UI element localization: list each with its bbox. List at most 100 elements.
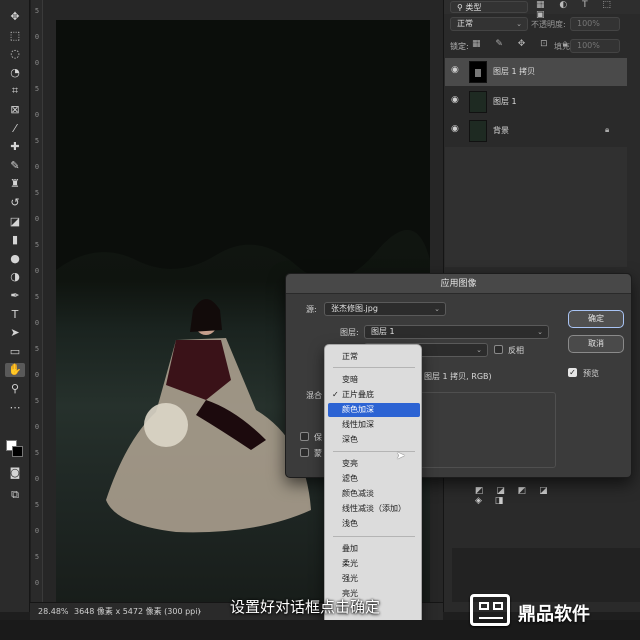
menu-item[interactable]: 深色 xyxy=(328,433,420,447)
preserve-checkbox[interactable] xyxy=(300,432,309,441)
watermark-text: 鼎品软件 xyxy=(518,604,590,625)
ruler-tick-label: 0 xyxy=(34,59,40,67)
rectangle-tool-icon[interactable]: ▭ xyxy=(5,345,25,359)
layer-row[interactable]: ◉ 图层 1 拷贝 xyxy=(445,58,627,86)
ruler-tick-label: 5 xyxy=(34,449,40,457)
layer-name[interactable]: 图层 1 拷贝 xyxy=(493,66,535,77)
layer-blend-mode-select[interactable]: 正常 ⌄ xyxy=(450,17,528,31)
clone-stamp-tool-icon[interactable]: ♜ xyxy=(5,177,25,191)
invert-checkbox[interactable] xyxy=(494,345,503,354)
chevron-down-icon: ⌄ xyxy=(476,346,482,354)
menu-item[interactable]: 线性加深 xyxy=(328,418,420,432)
ruler-tick-label: 5 xyxy=(34,137,40,145)
blend-mode-menu: 正常 变暗 ✓ 正片叠底 颜色加深 线性加深 深色 变亮 滤色 颜色减淡 线性减淡… xyxy=(324,344,422,633)
preview-checkbox[interactable]: ✓ xyxy=(568,368,577,377)
layer-search-placeholder: 类型 xyxy=(465,3,482,12)
zoom-level[interactable]: 28.48% xyxy=(38,603,69,621)
eyedropper-tool-icon[interactable]: ⁄ xyxy=(5,122,25,136)
opacity-label: 不透明度: xyxy=(531,20,566,29)
preserve-label: 保 xyxy=(314,433,322,442)
layer-select[interactable]: 图层 1 ⌄ xyxy=(364,325,549,339)
mask-checkbox[interactable] xyxy=(300,448,309,457)
fill-value: 100% xyxy=(577,41,600,50)
mask-label: 蒙 xyxy=(314,449,322,458)
menu-item[interactable]: 变亮 xyxy=(328,457,420,471)
eye-icon[interactable]: ◉ xyxy=(451,124,459,134)
history-brush-tool-icon[interactable]: ↺ xyxy=(5,196,25,210)
layer-name[interactable]: 图层 1 xyxy=(493,96,517,107)
eraser-tool-icon[interactable]: ◪ xyxy=(5,215,25,229)
layer-row[interactable]: ◉ 图层 1 xyxy=(445,88,627,116)
marquee-tool-icon[interactable]: ⬚ xyxy=(5,29,25,43)
menu-item[interactable]: 正常 xyxy=(328,350,420,364)
menu-item[interactable]: 强光 xyxy=(328,572,420,586)
ruler-tick-label: 5 xyxy=(34,345,40,353)
brand-logo-icon xyxy=(470,594,510,626)
eye-icon[interactable]: ◉ xyxy=(451,95,459,105)
menu-item[interactable]: 浅色 xyxy=(328,517,420,531)
ruler-tick-label: 5 xyxy=(34,241,40,249)
ruler-tick-label: 0 xyxy=(34,33,40,41)
dodge-tool-icon[interactable]: ◑ xyxy=(5,270,25,284)
eye-icon[interactable]: ◉ xyxy=(451,65,459,75)
adjustment-icons[interactable]: ◩ ◪ ◩ ◪ ◈ ◨ xyxy=(475,486,565,506)
ruler-tick-label: 5 xyxy=(34,397,40,405)
target-text: 图层 1 拷贝, RGB) xyxy=(424,372,492,381)
path-selection-tool-icon[interactable]: ➤ xyxy=(5,326,25,340)
menu-item[interactable]: 线性减淡（添加） xyxy=(328,502,420,516)
menu-item-color-burn[interactable]: 颜色加深 xyxy=(328,403,420,417)
opacity-value: 100% xyxy=(577,19,600,28)
zoom-tool-icon[interactable]: ⚲ xyxy=(5,382,25,396)
opacity-field[interactable]: 100% xyxy=(570,17,620,31)
quick-select-tool-icon[interactable]: ◔ xyxy=(5,66,25,80)
lasso-tool-icon[interactable]: ◌ xyxy=(5,47,25,61)
brush-tool-icon[interactable]: ✎ xyxy=(5,159,25,173)
fill-field[interactable]: 100% xyxy=(570,39,620,53)
ruler-tick-label: 5 xyxy=(34,293,40,301)
frame-tool-icon[interactable]: ⊠ xyxy=(5,103,25,117)
layer-blend-mode-value: 正常 xyxy=(457,19,473,28)
hand-tool-icon[interactable]: ✋ xyxy=(5,363,25,378)
gradient-tool-icon[interactable]: ▮ xyxy=(5,233,25,247)
ok-button[interactable]: 确定 xyxy=(568,310,624,328)
layer-row[interactable]: ◉ 背景 🔒︎ xyxy=(445,117,627,145)
menu-item-label: 正片叠底 xyxy=(342,390,374,399)
video-caption: 设置好对话框点击确定 xyxy=(229,598,380,616)
layer-value: 图层 1 xyxy=(371,327,395,336)
layer-name[interactable]: 背景 xyxy=(493,125,509,136)
layer-thumbnail xyxy=(469,61,487,83)
pen-tool-icon[interactable]: ✒ xyxy=(5,289,25,303)
menu-item[interactable]: 叠加 xyxy=(328,542,420,556)
source-value: 张杰修图.jpg xyxy=(331,304,378,313)
healing-brush-tool-icon[interactable]: ✚ xyxy=(5,140,25,154)
blend-group-box xyxy=(416,392,556,468)
lock-label: 锁定: xyxy=(450,42,469,51)
ruler-tick-label: 5 xyxy=(34,553,40,561)
ruler-tick-label: 0 xyxy=(34,319,40,327)
more-tools-icon[interactable]: ⋯ xyxy=(5,401,25,415)
ruler-tick-label: 0 xyxy=(34,423,40,431)
type-tool-icon[interactable]: T xyxy=(5,308,25,322)
menu-item[interactable]: 颜色减淡 xyxy=(328,487,420,501)
menu-item[interactable]: 柔光 xyxy=(328,557,420,571)
background-color-swatch[interactable] xyxy=(12,446,23,457)
layer-search-field[interactable]: ⚲ 类型 xyxy=(450,1,528,13)
cancel-button[interactable]: 取消 xyxy=(568,335,624,353)
menu-item-multiply[interactable]: ✓ 正片叠底 xyxy=(328,388,420,402)
screen-mode-icon[interactable]: ⧉ xyxy=(5,488,25,502)
menu-item[interactable]: 变暗 xyxy=(328,373,420,387)
quick-mask-icon[interactable]: ◙ xyxy=(5,466,25,480)
chevron-down-icon: ⌄ xyxy=(434,305,440,313)
dialog-title: 应用图像 xyxy=(286,274,631,294)
move-tool-icon[interactable]: ✥ xyxy=(5,10,25,24)
checkmark-icon: ✓ xyxy=(332,390,339,399)
crop-tool-icon[interactable]: ⌗ xyxy=(5,84,25,98)
invert-label: 反相 xyxy=(508,346,524,355)
menu-separator xyxy=(333,367,415,368)
ruler-tick-label: 5 xyxy=(34,501,40,509)
blur-tool-icon[interactable]: ● xyxy=(5,252,25,266)
tools-toolbar: ✥ ⬚ ◌ ◔ ⌗ ⊠ ⁄ ✚ ✎ ♜ ↺ ◪ ▮ ● ◑ ✒ T ➤ ▭ ✋ ⚲ ⋯ ◙ ⧉ xyxy=(0,0,30,612)
menu-item[interactable]: 滤色 xyxy=(328,472,420,486)
mouse-cursor-icon: ➤ xyxy=(396,449,406,462)
source-select[interactable]: 张杰修图.jpg ⌄ xyxy=(324,302,446,316)
